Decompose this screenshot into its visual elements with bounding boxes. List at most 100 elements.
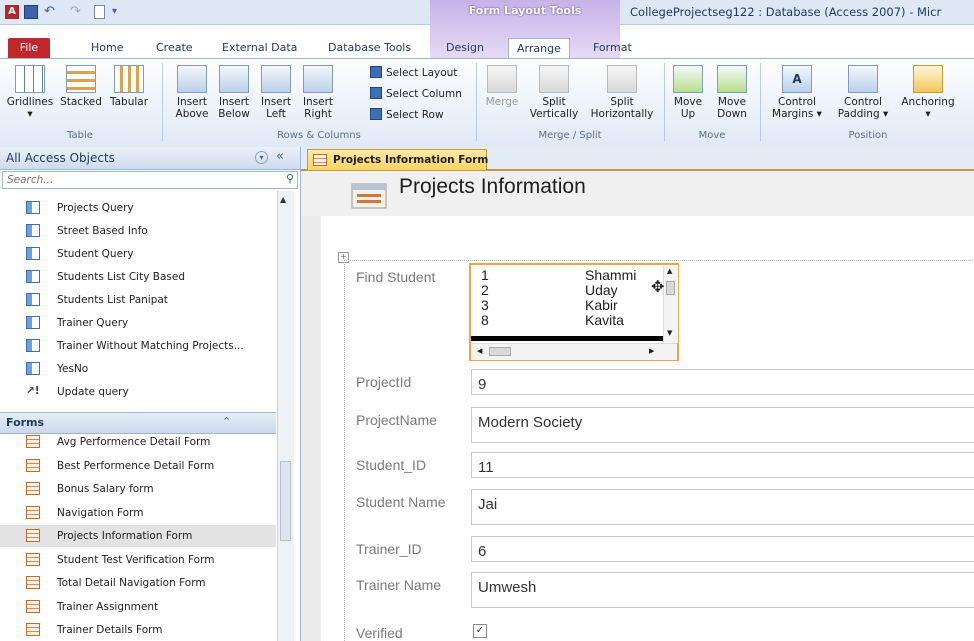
- nav-query-item[interactable]: ↗! Update query: [0, 381, 276, 403]
- split-horizontally-icon: [607, 65, 637, 93]
- tabular-button[interactable]: Tabular: [106, 65, 152, 108]
- nav-search-input[interactable]: [3, 172, 271, 187]
- query-icon: [26, 362, 40, 375]
- nav-form-item[interactable]: Best Performence Detail Form: [0, 455, 276, 477]
- anchoring-label: Anchoring: [901, 96, 955, 108]
- save-icon[interactable]: [24, 5, 38, 19]
- nav-form-item[interactable]: Navigation Form: [0, 502, 276, 524]
- access-app-icon[interactable]: A: [5, 5, 19, 19]
- field-value-textbox[interactable]: 6: [471, 536, 974, 562]
- tab-design[interactable]: Design: [438, 38, 492, 58]
- nav-form-item[interactable]: Projects Information Form: [0, 525, 276, 547]
- undo-icon[interactable]: ↶: [44, 5, 58, 19]
- nav-query-item[interactable]: Students List City Based: [0, 266, 276, 288]
- nav-title[interactable]: All Access Objects: [6, 151, 115, 165]
- insert-left-button[interactable]: Insert Left: [256, 65, 296, 120]
- select-layout-button[interactable]: Select Layout: [370, 65, 457, 81]
- nav-menu-chevron-icon[interactable]: ▾: [255, 151, 268, 164]
- merge-button[interactable]: Merge: [482, 65, 522, 108]
- split-horizontally-button[interactable]: Split Horizontally: [584, 65, 660, 120]
- scroll-down-arrow-icon[interactable]: ▼: [667, 329, 672, 337]
- tab-format[interactable]: Format: [585, 38, 640, 58]
- scroll-up-arrow-icon[interactable]: ▲: [667, 267, 672, 275]
- listbox-row[interactable]: 3 Kabir: [481, 298, 663, 313]
- scroll-thumb[interactable]: [666, 281, 675, 295]
- insert-below-label-2: Below: [218, 108, 250, 120]
- listbox-row[interactable]: 2 Uday: [481, 283, 663, 298]
- field-value-textbox[interactable]: Jai: [471, 489, 974, 525]
- move-down-button[interactable]: Move Down: [712, 65, 752, 120]
- nav-item-label: Student Test Verification Form: [57, 553, 215, 566]
- select-column-button[interactable]: Select Column: [370, 86, 462, 102]
- forms-group-header[interactable]: Forms ⌃: [0, 412, 276, 434]
- shutter-bar-close-icon[interactable]: «: [276, 149, 284, 164]
- scroll-thumb[interactable]: [489, 347, 511, 356]
- nav-scrollbar[interactable]: ▲: [277, 191, 294, 641]
- nav-form-item[interactable]: Avg Performence Detail Form: [0, 431, 276, 453]
- tab-arrange[interactable]: Arrange: [508, 38, 570, 60]
- field-value-textbox[interactable]: 11: [471, 452, 974, 478]
- nav-form-item[interactable]: Trainer Details Form: [0, 619, 276, 641]
- tab-create[interactable]: Create: [148, 38, 201, 58]
- nav-query-item[interactable]: Student Query: [0, 243, 276, 265]
- nav-query-item[interactable]: Students List Panipat: [0, 289, 276, 311]
- field-value-textbox[interactable]: Umwesh: [471, 572, 974, 608]
- customize-toolbar-icon[interactable]: ▾: [112, 5, 126, 19]
- select-row-button[interactable]: Select Row: [370, 107, 444, 123]
- listbox-row[interactable]: 8 Kavita: [481, 313, 663, 328]
- tab-file[interactable]: File: [8, 38, 50, 58]
- nav-item-label: Trainer Details Form: [57, 624, 163, 636]
- nav-query-item[interactable]: Projects Query: [0, 197, 276, 219]
- verified-checkbox[interactable]: ✓: [473, 624, 487, 638]
- student-id-cell: 3: [481, 297, 489, 313]
- ribbon: Gridlines ▾ Stacked Tabular Table Insert A…: [0, 58, 974, 148]
- split-horizontally-label-2: Horizontally: [590, 108, 654, 120]
- gridlines-dropdown-icon: ▾: [27, 108, 33, 120]
- stacked-button[interactable]: Stacked: [58, 65, 104, 108]
- tab-database-tools[interactable]: Database Tools: [320, 38, 419, 58]
- nav-form-item[interactable]: Bonus Salary form: [0, 478, 276, 500]
- nav-query-item[interactable]: YesNo: [0, 358, 276, 380]
- nav-query-item[interactable]: Trainer Query: [0, 312, 276, 334]
- tab-projects-information-form[interactable]: Projects Information Form: [307, 149, 488, 170]
- field-value-textbox[interactable]: Modern Society: [471, 407, 974, 443]
- nav-item-label: Trainer Assignment: [57, 600, 159, 613]
- document-tabs: Projects Information Form: [301, 147, 974, 171]
- tab-external-data[interactable]: External Data: [214, 38, 305, 58]
- collapse-group-icon[interactable]: ⌃: [222, 415, 231, 428]
- scroll-left-arrow-icon[interactable]: ◀: [477, 347, 482, 355]
- move-down-label: Move: [717, 96, 747, 108]
- nav-form-item[interactable]: Total Detail Navigation Form: [0, 572, 276, 594]
- nav-query-item[interactable]: Street Based Info: [0, 220, 276, 242]
- nav-form-item[interactable]: Trainer Assignment: [0, 596, 276, 618]
- insert-below-button[interactable]: Insert Below: [214, 65, 254, 120]
- tab-home[interactable]: Home: [83, 38, 131, 58]
- field-label: Student Name: [356, 494, 446, 510]
- scroll-right-arrow-icon[interactable]: ▶: [649, 347, 654, 355]
- move-up-button[interactable]: Move Up: [668, 65, 708, 120]
- control-margins-button[interactable]: A Control Margins ▾: [766, 65, 828, 120]
- find-student-listbox[interactable]: 1 Shammi 2 Uday 3 Kabir 8 Kavita ▲ ▼ ◀ ▶ ✥: [469, 263, 679, 361]
- scroll-up-arrow-icon[interactable]: ▲: [280, 195, 286, 204]
- query-icon: [26, 201, 40, 214]
- nav-query-item[interactable]: Trainer Without Matching Projects...: [0, 335, 276, 357]
- listbox-vscrollbar[interactable]: ▲ ▼: [663, 265, 678, 343]
- action-query-icon: ↗!: [26, 385, 40, 397]
- gridlines-button[interactable]: Gridlines ▾: [4, 65, 56, 120]
- redo-icon[interactable]: ↷: [70, 5, 84, 19]
- new-document-icon[interactable]: [94, 5, 105, 19]
- insert-below-label: Insert: [218, 96, 250, 108]
- listbox-hscrollbar[interactable]: ◀ ▶: [471, 343, 677, 360]
- scroll-thumb[interactable]: [280, 461, 291, 541]
- insert-right-button[interactable]: Insert Right: [298, 65, 338, 120]
- field-value-textbox[interactable]: 9: [471, 369, 974, 395]
- search-icon[interactable]: ⚲: [286, 172, 294, 185]
- insert-above-button[interactable]: Insert Above: [172, 65, 212, 120]
- split-vertically-button[interactable]: Split Vertically: [526, 65, 582, 120]
- listbox-row[interactable]: 1 Shammi: [481, 268, 663, 283]
- merge-label: Merge: [485, 96, 519, 108]
- listbox-selected-row[interactable]: [471, 336, 663, 341]
- control-padding-button[interactable]: Control Padding ▾: [832, 65, 894, 120]
- nav-form-item[interactable]: Student Test Verification Form: [0, 549, 276, 571]
- anchoring-button[interactable]: Anchoring ▾: [896, 65, 960, 120]
